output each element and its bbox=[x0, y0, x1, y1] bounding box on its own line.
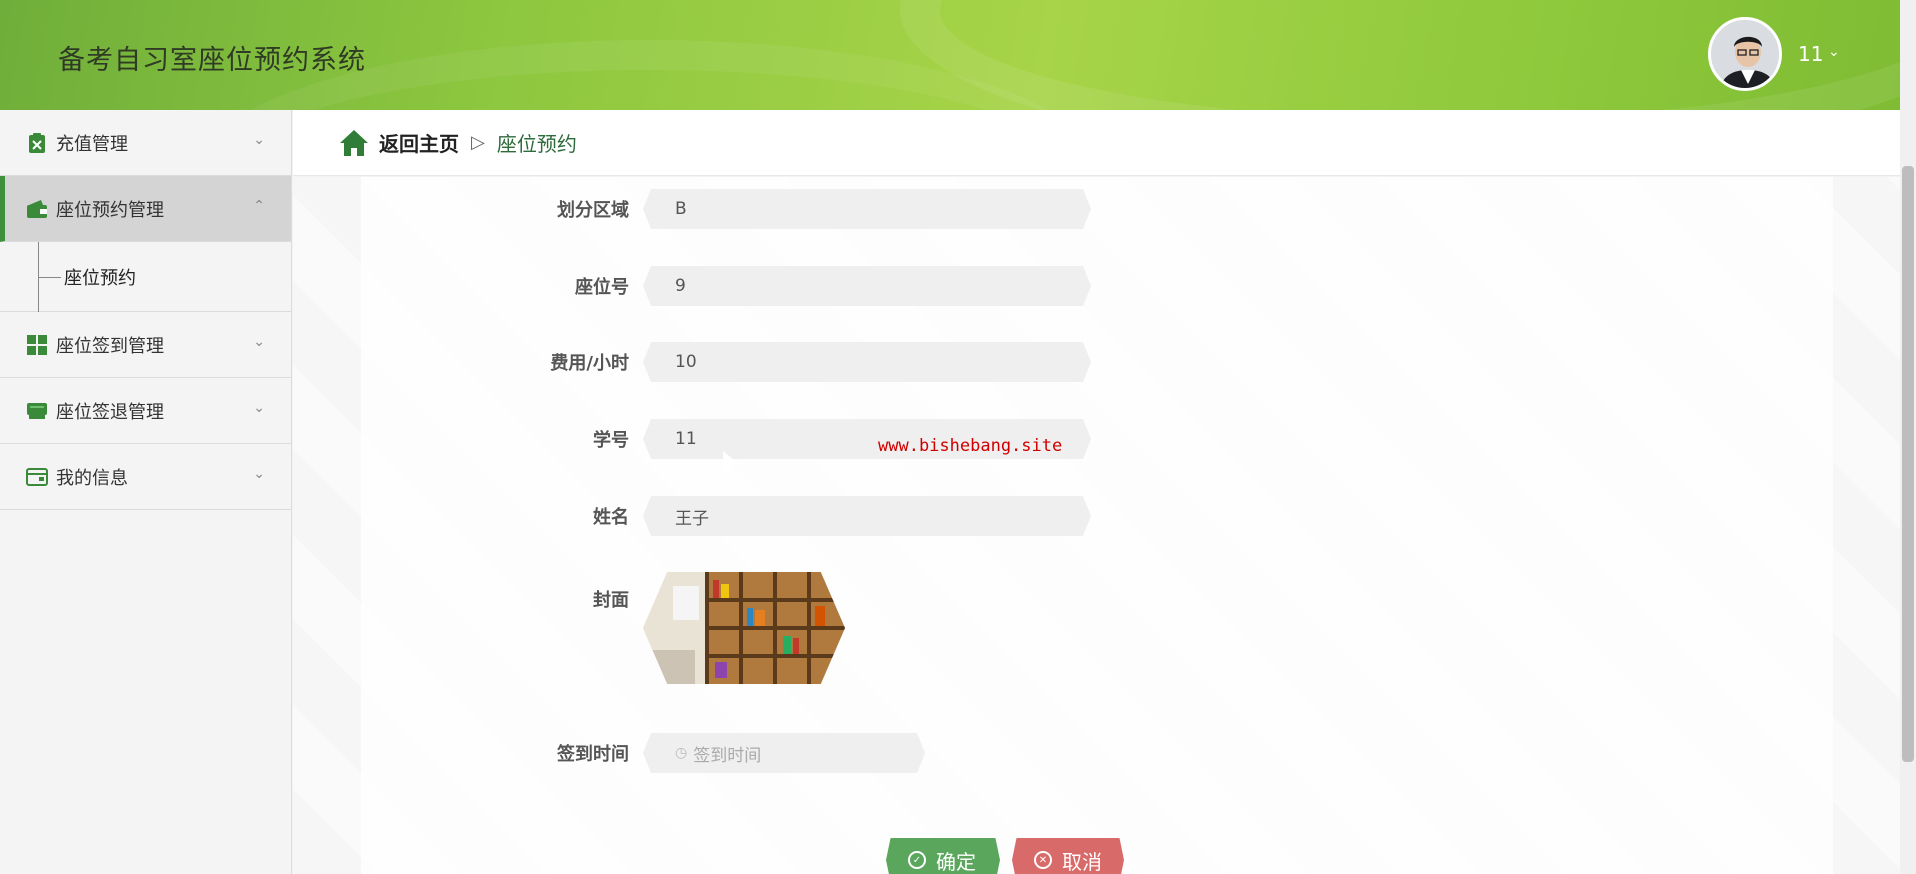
student-id-label: 学号 bbox=[593, 430, 629, 451]
sidebar-item-my-info[interactable]: 我的信息 ⌄ bbox=[0, 444, 291, 510]
sidebar-item-seat-reservation[interactable]: 座位预约管理 ⌃ bbox=[0, 176, 291, 242]
scrollbar-thumb[interactable] bbox=[1902, 166, 1914, 762]
cancel-button[interactable]: ✕ 取消 bbox=[1012, 838, 1124, 874]
avatar[interactable] bbox=[1708, 17, 1782, 91]
sidebar-item-recharge[interactable]: 充值管理 ⌄ bbox=[0, 110, 291, 176]
grid-icon bbox=[26, 334, 48, 356]
breadcrumb-home-link[interactable]: 返回主页 bbox=[379, 128, 459, 157]
tree-branch-line bbox=[38, 242, 61, 312]
form-row-area: 划分区域 B bbox=[361, 189, 1091, 229]
sidebar-subitem-label: 座位预约 bbox=[64, 267, 136, 289]
monitor-icon bbox=[26, 400, 48, 422]
sidebar-subitem-seat-reservation[interactable]: 座位预约 bbox=[0, 242, 291, 312]
form-row-checkin-time: 签到时间 ◷ 签到时间 bbox=[361, 733, 925, 773]
fee-field[interactable]: 10 bbox=[643, 342, 1091, 382]
chevron-down-icon: ⌄ bbox=[253, 334, 265, 350]
area-field[interactable]: B bbox=[643, 189, 1091, 229]
chevron-up-icon: ⌃ bbox=[253, 198, 265, 214]
card-icon bbox=[26, 466, 48, 488]
sidebar-item-label: 座位签到管理 bbox=[56, 335, 164, 357]
sidebar-item-checkout[interactable]: 座位签退管理 ⌄ bbox=[0, 378, 291, 444]
clipboard-icon bbox=[26, 132, 48, 154]
checkin-time-placeholder: 签到时间 bbox=[693, 745, 762, 766]
chevron-down-icon: ⌄ bbox=[253, 466, 265, 482]
app-title: 备考自习室座位预约系统 bbox=[58, 45, 366, 76]
form-row-seat: 座位号 9 bbox=[361, 266, 1091, 306]
sidebar-item-label: 座位签退管理 bbox=[56, 401, 164, 423]
sidebar-item-label: 座位预约管理 bbox=[56, 199, 164, 221]
close-circle-icon: ✕ bbox=[1034, 851, 1052, 869]
sidebar-item-checkin[interactable]: 座位签到管理 ⌄ bbox=[0, 312, 291, 378]
sidebar-item-label: 我的信息 bbox=[56, 467, 128, 489]
checkin-time-label: 签到时间 bbox=[557, 744, 629, 765]
home-icon[interactable] bbox=[339, 129, 369, 157]
form-row-fee: 费用/小时 10 bbox=[361, 342, 1091, 382]
form-row-name: 姓名 王子 bbox=[361, 496, 1091, 536]
cancel-button-label: 取消 bbox=[1062, 849, 1102, 874]
cover-label: 封面 bbox=[593, 590, 629, 611]
form-row-cover: 封面 bbox=[361, 572, 845, 684]
confirm-button-label: 确定 bbox=[936, 849, 976, 874]
breadcrumb: 返回主页 ▷ 座位预约 bbox=[293, 110, 1900, 176]
chevron-down-icon: ⌄ bbox=[253, 400, 265, 416]
seat-label: 座位号 bbox=[575, 277, 629, 298]
bookshelf-image bbox=[643, 572, 845, 684]
sidebar: 充值管理 ⌄ 座位预约管理 ⌃ 座位预约 座位签到管理 ⌄ 座位签退管理 ⌄ 我… bbox=[0, 110, 292, 874]
user-name[interactable]: 11 bbox=[1798, 42, 1823, 66]
chevron-down-icon[interactable]: ⌄ bbox=[1828, 44, 1840, 60]
name-field[interactable]: 王子 bbox=[643, 496, 1091, 536]
check-circle-icon: ✓ bbox=[908, 851, 926, 869]
name-label: 姓名 bbox=[593, 507, 629, 528]
chevron-down-icon: ⌄ bbox=[253, 132, 265, 148]
wallet-icon bbox=[26, 198, 48, 220]
watermark-text: www.bishebang.site bbox=[878, 436, 1063, 456]
checkin-time-field[interactable]: ◷ 签到时间 bbox=[643, 733, 925, 773]
sidebar-item-label: 充值管理 bbox=[56, 133, 128, 155]
seat-number-field[interactable]: 9 bbox=[643, 266, 1091, 306]
main-content: 划分区域 B 座位号 9 费用/小时 10 学号 11 姓名 王子 封面 签到时… bbox=[293, 177, 1900, 874]
cover-image[interactable] bbox=[643, 572, 845, 684]
area-label: 划分区域 bbox=[557, 200, 629, 221]
breadcrumb-separator: ▷ bbox=[471, 132, 485, 153]
clock-icon: ◷ bbox=[675, 745, 688, 761]
confirm-button[interactable]: ✓ 确定 bbox=[886, 838, 1000, 874]
fee-label: 费用/小时 bbox=[550, 353, 629, 374]
breadcrumb-current: 座位预约 bbox=[496, 132, 577, 156]
form-card: 划分区域 B 座位号 9 费用/小时 10 学号 11 姓名 王子 封面 签到时… bbox=[361, 177, 1833, 874]
